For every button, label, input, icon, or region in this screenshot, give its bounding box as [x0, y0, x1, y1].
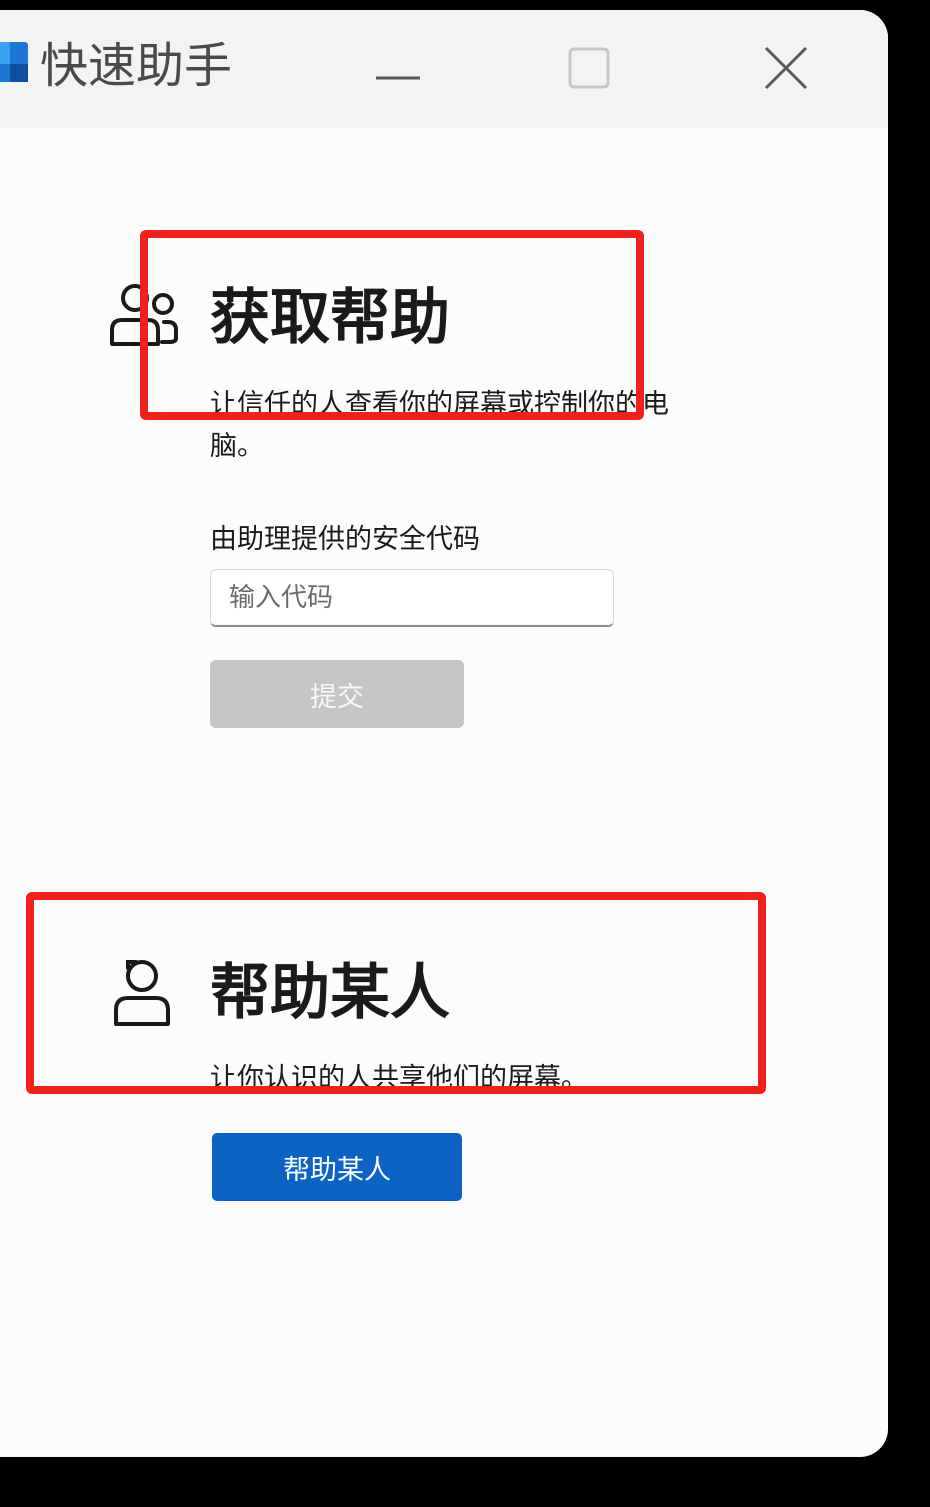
quick-assist-window: 快速助手 获取帮助 让信任的人查看你的屏幕或控制你的电脑。 由助理提供的安全代码…	[0, 10, 888, 1457]
app-title: 快速助手	[40, 38, 233, 94]
get-help-description: 让信任的人查看你的屏幕或控制你的电脑。	[210, 389, 669, 462]
maximize-icon	[568, 47, 610, 89]
person-icon	[114, 960, 170, 1026]
submit-button[interactable]: 提交	[210, 660, 464, 728]
people-icon	[110, 284, 178, 346]
title-bar: 快速助手	[0, 10, 888, 128]
maximize-button[interactable]	[540, 30, 640, 106]
get-help-title: 获取帮助	[210, 283, 450, 353]
close-icon	[764, 46, 808, 90]
help-someone-button[interactable]: 帮助某人	[212, 1133, 462, 1201]
close-button[interactable]	[736, 30, 836, 106]
security-code-label: 由助理提供的安全代码	[210, 524, 480, 555]
help-someone-description: 让你认识的人共享他们的屏幕。	[210, 1063, 588, 1094]
quick-assist-logo-icon	[0, 42, 28, 82]
minimize-button[interactable]	[348, 30, 448, 106]
security-code-input[interactable]	[210, 569, 614, 627]
help-someone-title: 帮助某人	[210, 958, 450, 1028]
minimize-icon	[376, 76, 420, 80]
